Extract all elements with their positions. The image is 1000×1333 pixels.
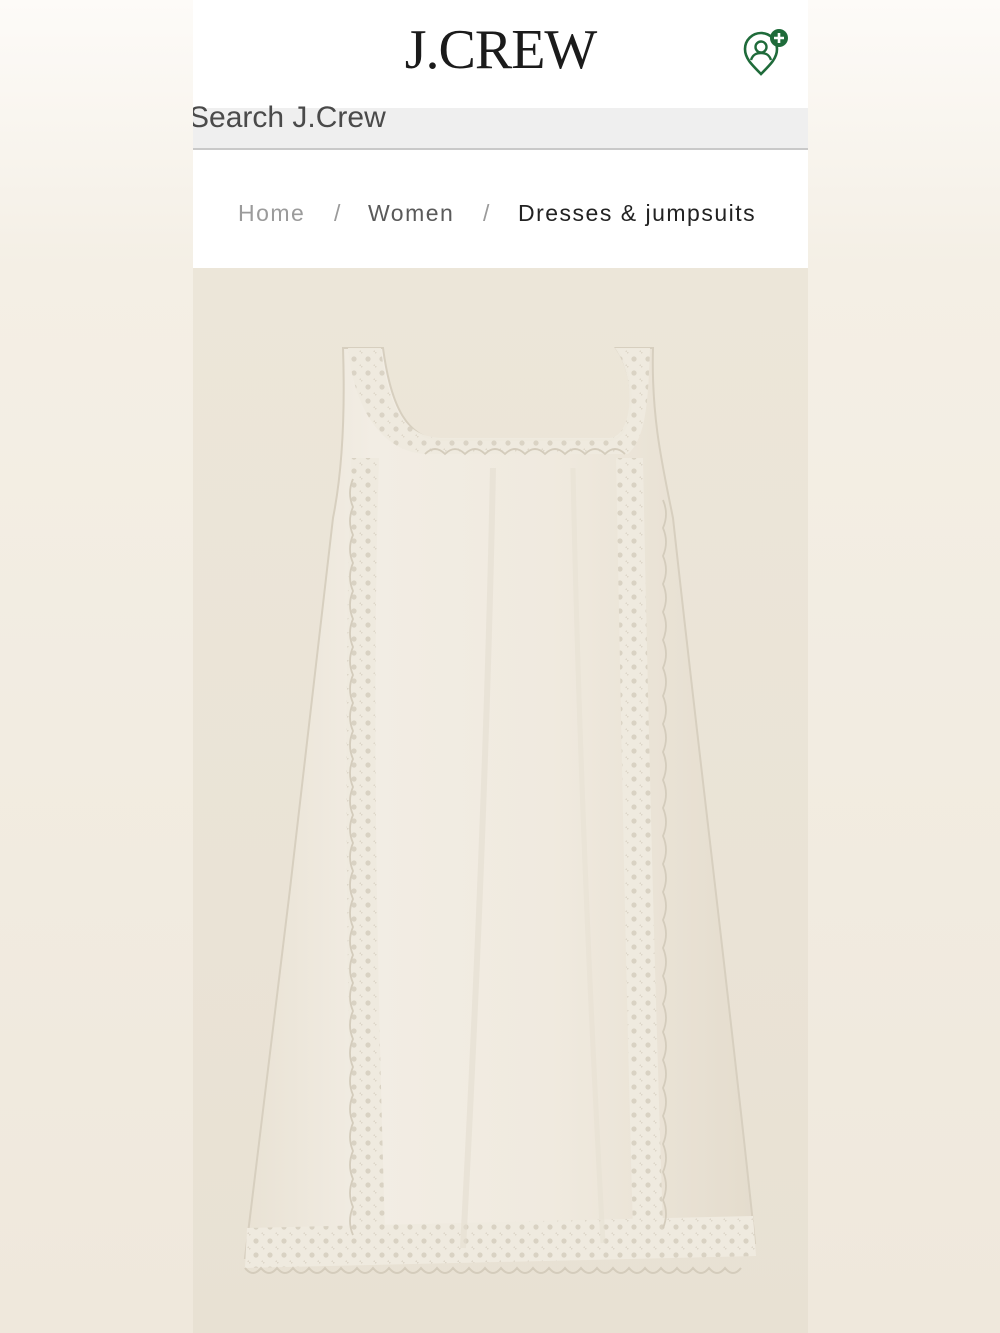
search-bar[interactable]: Search J.Crew — [193, 103, 808, 150]
product-image[interactable] — [193, 268, 808, 1333]
breadcrumb-women[interactable]: Women — [368, 200, 454, 227]
breadcrumb-dresses-jumpsuits: Dresses & jumpsuits — [518, 200, 757, 226]
breadcrumb: Home / Women / Dresses & jumpsuits — [193, 150, 808, 268]
jcrew-logo[interactable]: J.CREW — [193, 18, 808, 82]
breadcrumb-separator: / — [483, 200, 490, 226]
mobile-viewport: J.CREW Search J.Crew Home / Women / Dres… — [193, 0, 808, 1333]
site-header: J.CREW — [193, 0, 808, 108]
breadcrumb-home[interactable]: Home — [238, 200, 305, 227]
search-input[interactable]: Search J.Crew — [193, 103, 386, 133]
dress-image — [243, 347, 757, 1274]
account-button[interactable] — [741, 28, 793, 80]
breadcrumb-separator: / — [334, 200, 341, 226]
user-location-pin-plus-icon — [743, 29, 788, 76]
